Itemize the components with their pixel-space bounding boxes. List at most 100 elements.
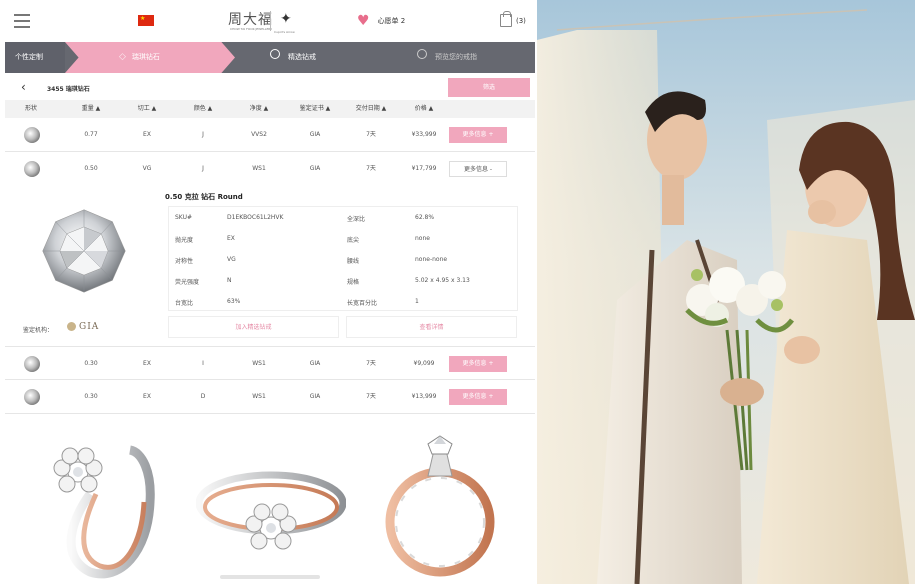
- ring-image-flower-rosegold[interactable]: [30, 432, 170, 580]
- less-info-button[interactable]: 更多信息 -: [449, 161, 507, 177]
- heart-icon: ♥: [357, 13, 370, 29]
- couple-proposal-photo: [537, 0, 915, 584]
- cart-link[interactable]: (3): [500, 11, 526, 27]
- spec-value: N: [227, 277, 232, 284]
- step-diamond-label: ◇ 瑞琪钻石: [119, 42, 160, 73]
- table-row[interactable]: 0.30 EX D WS1 GIA 7天 ¥13,999 更多信息 +: [5, 380, 535, 414]
- more-info-button[interactable]: 更多信息 +: [449, 356, 507, 372]
- round-diamond-icon: [24, 161, 40, 177]
- china-flag-icon[interactable]: ★: [138, 15, 154, 26]
- col-certificate[interactable]: 鉴定证书 ▲: [287, 100, 343, 118]
- more-info-button[interactable]: 更多信息 +: [449, 127, 507, 143]
- step-customize[interactable]: 个性定制: [5, 42, 65, 73]
- cell-price: ¥9,099: [413, 360, 435, 367]
- spec-value: none-none: [415, 256, 448, 263]
- table-row[interactable]: 0.77 EX J VVS2 GIA 7天 ¥33,999 更多信息 +: [5, 118, 535, 152]
- cart-count: (3): [516, 16, 526, 25]
- spec-row: 荧光强度 N 规格 5.02 x 4.95 x 3.13: [169, 270, 517, 291]
- step-preview[interactable]: 预览您的戒指: [417, 42, 477, 73]
- col-clarity[interactable]: 净度 ▲: [231, 100, 287, 118]
- cell-clarity: WS1: [252, 393, 266, 400]
- col-delivery[interactable]: 交付日期 ▲: [343, 100, 399, 118]
- spec-label: 腰线: [347, 258, 360, 265]
- cell-cert: GIA: [309, 131, 321, 138]
- step-diamond[interactable]: ◇ 瑞琪钻石: [65, 42, 235, 73]
- spec-label: 抛光度: [175, 237, 194, 244]
- step-setting[interactable]: 精选钻戒: [270, 42, 316, 73]
- cell-delivery: 7天: [366, 131, 376, 138]
- brand-logo[interactable]: 周大福 CHOW TAI FOOK JEWELLERY ✦ Cupid's Ar…: [228, 9, 318, 35]
- cell-cut: EX: [143, 131, 151, 138]
- ring-preview-icon: [417, 49, 427, 59]
- spec-label: 荧光强度: [175, 279, 200, 286]
- horizontal-scrollbar[interactable]: [220, 575, 320, 579]
- diamond-icon: ◇: [119, 52, 126, 62]
- menu-icon[interactable]: [14, 14, 30, 28]
- spec-value: EX: [227, 235, 235, 242]
- spec-label: 台宽比: [175, 300, 194, 307]
- spec-row: 对称性 VG 腰线 none-none: [169, 249, 517, 270]
- add-to-ring-button[interactable]: 加入精选钻戒: [168, 316, 339, 338]
- brand-english-name: CHOW TAI FOOK JEWELLERY: [230, 27, 273, 31]
- step-customize-label: 个性定制: [15, 53, 43, 61]
- cell-delivery: 7天: [366, 360, 376, 367]
- cell-clarity: WS1: [252, 165, 266, 172]
- cell-clarity: WS1: [252, 360, 266, 367]
- detail-actions: 加入精选钻戒 查看详情: [168, 316, 518, 338]
- cell-color: D: [200, 393, 206, 400]
- spec-table: SKU# D1EKBOC61L2HVK 全深比 62.8% 抛光度 EX 底尖 …: [168, 206, 518, 311]
- round-diamond-icon: [24, 389, 40, 405]
- gia-logo-text: GIA: [79, 322, 100, 332]
- cell-weight: 0.77: [84, 131, 98, 138]
- ring-image-solitaire[interactable]: [380, 430, 500, 578]
- shopping-bag-icon: [500, 11, 512, 27]
- spec-value: 62.8%: [415, 214, 435, 221]
- steps-bar: 个性定制 ◇ 瑞琪钻石 精选钻戒 预览您的戒指: [5, 42, 535, 73]
- sub-brand-name: Cupid's Arrow: [274, 30, 295, 34]
- cell-price: ¥17,799: [411, 165, 437, 172]
- back-chevron-icon[interactable]: ‹: [21, 80, 26, 94]
- view-details-button[interactable]: 查看详情: [346, 316, 517, 338]
- step-setting-label: 精选钻戒: [288, 53, 316, 61]
- table-row[interactable]: 0.50 VG J WS1 GIA 7天 ¥17,799 更多信息 -: [5, 152, 535, 186]
- gia-logo: GIA: [67, 322, 99, 332]
- col-color[interactable]: 颜色 ▲: [175, 100, 231, 118]
- lifestyle-photo-panel: [537, 0, 915, 584]
- col-price[interactable]: 价格 ▲: [399, 100, 449, 118]
- cell-delivery: 7天: [366, 165, 376, 172]
- more-info-button[interactable]: 更多信息 +: [449, 389, 507, 405]
- cell-cert: GIA: [309, 393, 321, 400]
- cell-price: ¥33,999: [411, 131, 437, 138]
- brand-name: 周大福: [228, 12, 273, 28]
- spec-row: 抛光度 EX 底尖 none: [169, 228, 517, 249]
- spec-label: 规格: [347, 279, 360, 286]
- col-cut[interactable]: 切工 ▲: [119, 100, 175, 118]
- table-row[interactable]: 0.30 EX I WS1 GIA 7天 ¥9,099 更多信息 +: [5, 346, 535, 380]
- spec-row: 台宽比 63% 长宽百分比 1: [169, 291, 517, 312]
- gia-seal-icon: [67, 322, 76, 331]
- round-diamond-icon: [24, 127, 40, 143]
- cert-label: 鉴定机构：: [23, 327, 54, 334]
- cell-weight: 0.30: [84, 393, 98, 400]
- diamond-image: [42, 209, 126, 293]
- ring-image-flower-band[interactable]: [196, 458, 346, 563]
- step-preview-label: 预览您的戒指: [435, 53, 477, 61]
- spec-label: 全深比: [347, 216, 366, 223]
- cell-color: J: [202, 165, 204, 172]
- store-panel: ★ 周大福 CHOW TAI FOOK JEWELLERY ✦ Cupid's …: [0, 0, 537, 584]
- logo-divider: [270, 11, 271, 31]
- spec-value: D1EKBOC61L2HVK: [227, 214, 284, 221]
- filter-button[interactable]: 筛选: [448, 78, 530, 97]
- spec-row: SKU# D1EKBOC61L2HVK 全深比 62.8%: [169, 207, 517, 228]
- spec-value: 1: [415, 298, 419, 305]
- wishlist-link[interactable]: ♥ 心愿单 2: [357, 13, 405, 29]
- col-weight[interactable]: 重量 ▲: [63, 100, 119, 118]
- spec-label: 底尖: [347, 237, 360, 244]
- detail-title: 0.50 克拉 钻石 Round: [165, 193, 243, 201]
- table-header: 形状 重量 ▲ 切工 ▲ 颜色 ▲ 净度 ▲ 鉴定证书 ▲ 交付日期 ▲ 价格 …: [5, 100, 535, 118]
- round-diamond-icon: [24, 356, 40, 372]
- spec-label: 对称性: [175, 258, 194, 265]
- spec-value: 5.02 x 4.95 x 3.13: [415, 277, 470, 284]
- diamond-detail-panel: 0.50 克拉 钻石 Round SKU# D1EKBOC61L2HVK 全深比…: [5, 186, 535, 346]
- col-shape[interactable]: 形状: [11, 100, 51, 118]
